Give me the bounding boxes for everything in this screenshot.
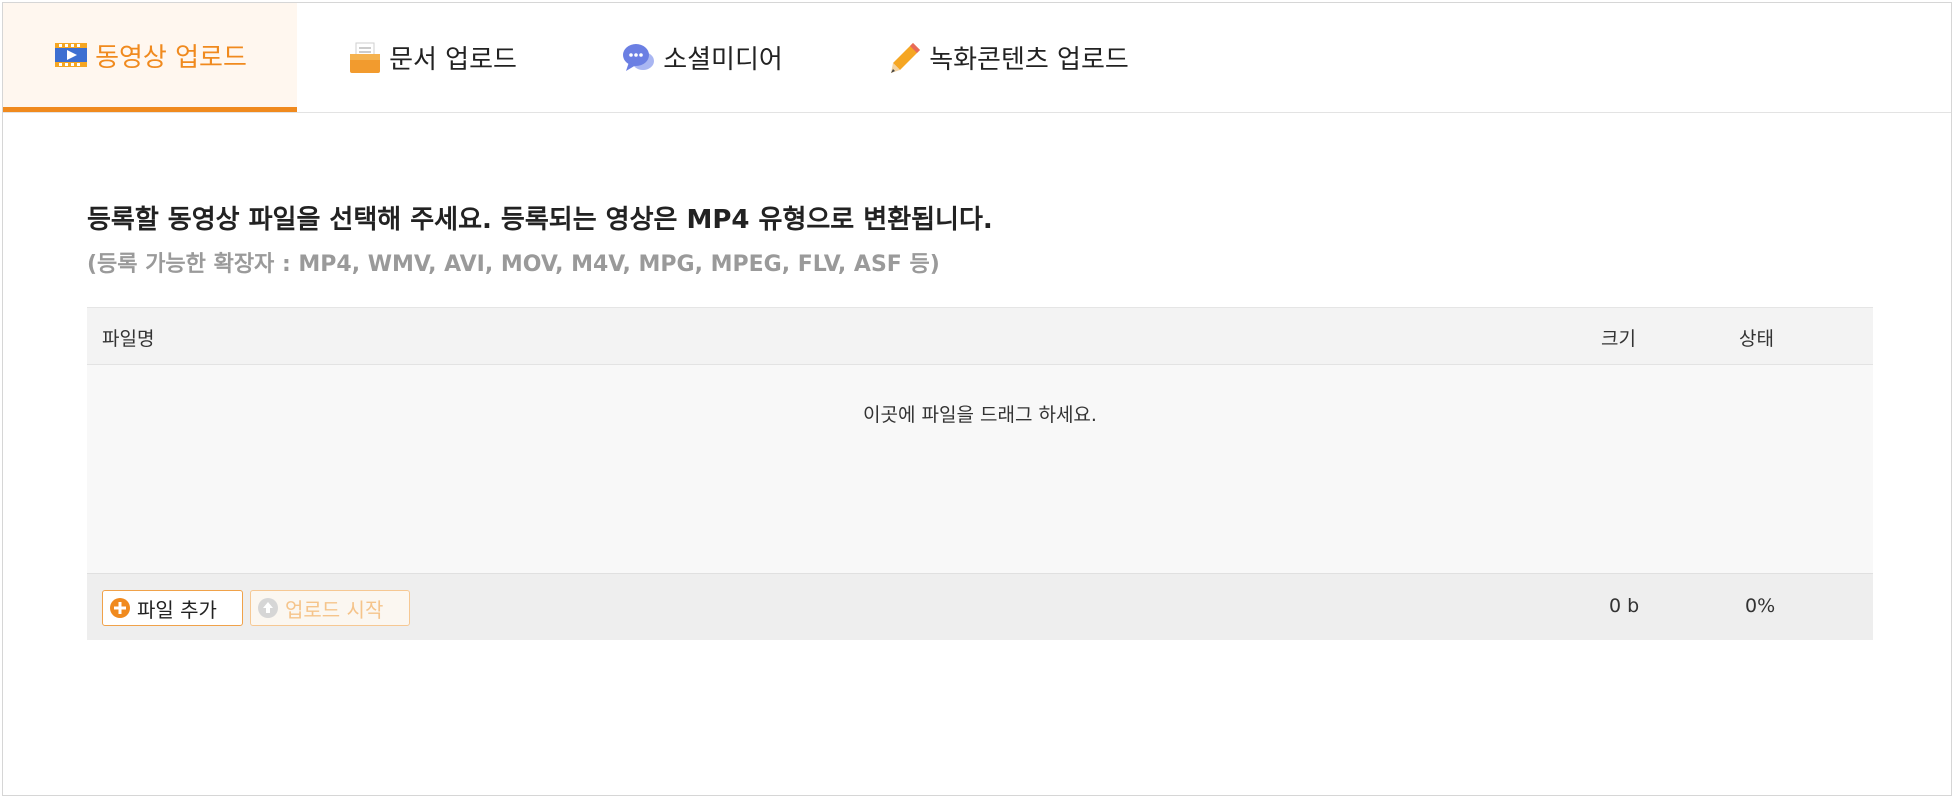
upload-arrow-icon <box>257 597 279 619</box>
upload-progress-value: 0% <box>1745 595 1776 617</box>
file-list-header: 파일명 크기 상태 <box>87 308 1873 365</box>
start-upload-button[interactable]: 업로드 시작 <box>250 590 410 626</box>
drop-zone-hint: 이곳에 파일을 드래그 하세요. <box>863 404 1097 426</box>
column-header-size: 크기 <box>1601 328 1636 350</box>
allowed-extensions-note: (등록 가능한 확장자 : MP4, WMV, AVI, MOV, M4V, M… <box>87 252 940 277</box>
file-drop-zone[interactable]: 이곳에 파일을 드래그 하세요. <box>87 365 1873 573</box>
column-header-status: 상태 <box>1739 328 1774 350</box>
chat-bubble-icon <box>621 40 657 76</box>
start-upload-button-label: 업로드 시작 <box>285 597 384 622</box>
total-size-value: 0 b <box>1609 595 1640 617</box>
add-file-button[interactable]: 파일 추가 <box>102 590 243 626</box>
plus-circle-icon <box>109 597 131 619</box>
column-header-filename: 파일명 <box>102 328 155 350</box>
tab-recorded-content-upload-label: 녹화콘텐츠 업로드 <box>929 45 1129 75</box>
document-box-icon <box>347 40 383 76</box>
tab-video-upload[interactable]: 동영상 업로드 <box>3 3 297 112</box>
tab-social-media[interactable]: 소셜미디어 <box>607 3 797 112</box>
tab-bar: 동영상 업로드 문서 업로드 소셜미디어 녹화콘텐츠 업로드 <box>3 3 1951 113</box>
tab-document-upload[interactable]: 문서 업로드 <box>337 3 527 112</box>
file-list-footer: 파일 추가 업로드 시작 0 b 0% <box>87 573 1873 640</box>
tab-document-upload-label: 문서 업로드 <box>389 45 517 75</box>
file-list-table: 파일명 크기 상태 이곳에 파일을 드래그 하세요. 파일 추가 업로드 시작 … <box>87 307 1873 640</box>
upload-instruction: 등록할 동영상 파일을 선택해 주세요. 등록되는 영상은 MP4 유형으로 변… <box>87 205 993 235</box>
tab-recorded-content-upload[interactable]: 녹화콘텐츠 업로드 <box>877 3 1139 112</box>
upload-panel: 동영상 업로드 문서 업로드 소셜미디어 녹화콘텐츠 업로드 등록할 동영상 파… <box>2 2 1952 796</box>
tab-social-media-label: 소셜미디어 <box>663 45 783 75</box>
tab-video-upload-label: 동영상 업로드 <box>95 42 247 73</box>
video-icon <box>53 37 89 73</box>
add-file-button-label: 파일 추가 <box>137 597 217 622</box>
pencil-icon <box>887 40 923 76</box>
